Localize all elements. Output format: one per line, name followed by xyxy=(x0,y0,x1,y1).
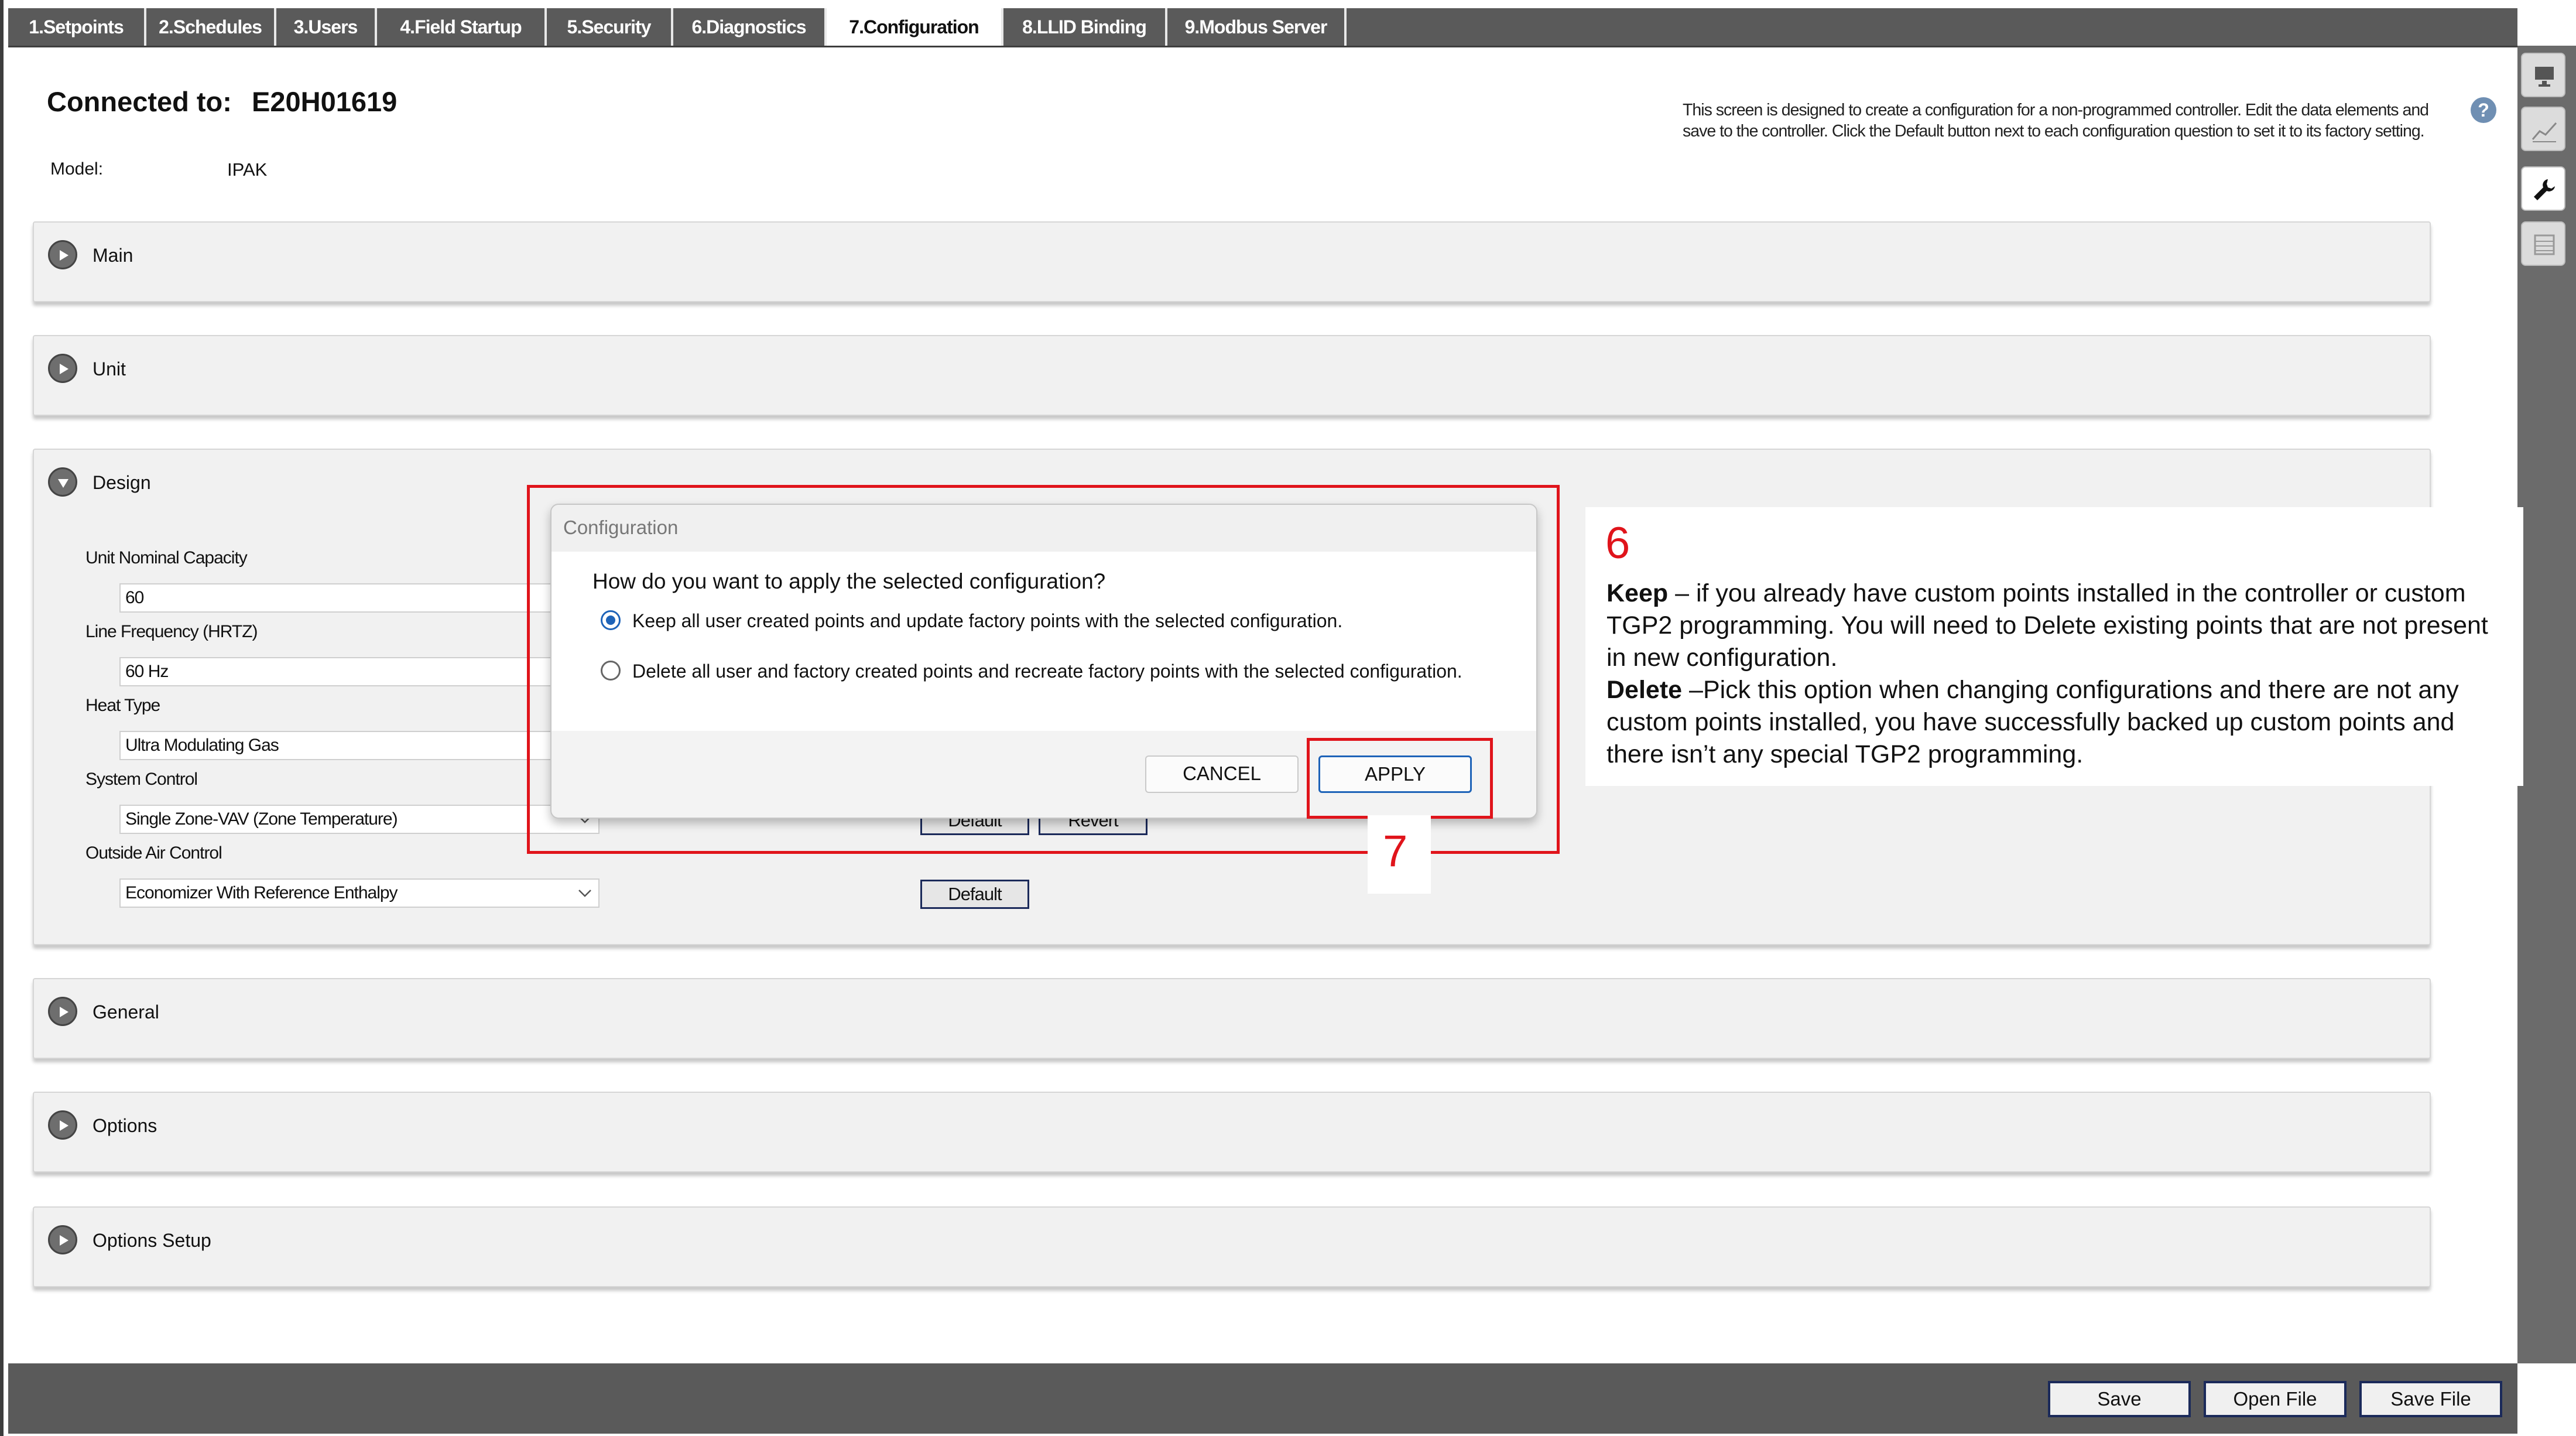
expand-options-setup-button[interactable] xyxy=(48,1225,77,1254)
panel-options-setup: Options Setup xyxy=(33,1206,2431,1287)
tab-configuration[interactable]: 7.Configuration xyxy=(827,8,1003,46)
chevron-down-icon xyxy=(578,890,591,897)
panel-options-title[interactable]: Options xyxy=(93,1115,157,1137)
expand-unit-button[interactable] xyxy=(48,354,77,383)
collapse-design-button[interactable] xyxy=(48,467,77,497)
tab-security[interactable]: 5.Security xyxy=(547,8,673,46)
window-left-edge xyxy=(0,0,4,1436)
panel-main: Main xyxy=(33,221,2431,302)
field-label: Line Frequency (HRTZ) xyxy=(85,622,258,641)
field-value: Single Zone-VAV (Zone Temperature) xyxy=(125,809,398,829)
field-value: 60 xyxy=(125,588,144,607)
monitor-icon xyxy=(2535,67,2554,87)
help-icon[interactable]: ? xyxy=(2471,97,2496,123)
delete-description: –Pick this option when changing configur… xyxy=(1606,676,2459,768)
tab-field-startup[interactable]: 4.Field Startup xyxy=(377,8,547,46)
wrench-button[interactable] xyxy=(2521,166,2565,211)
footer-bar: Save Open File Save File xyxy=(8,1363,2517,1434)
save-button[interactable]: Save xyxy=(2048,1381,2191,1417)
right-toolbar xyxy=(2517,46,2576,1363)
field-value: Ultra Modulating Gas xyxy=(125,736,279,755)
play-right-icon xyxy=(60,1007,68,1017)
play-right-icon xyxy=(60,364,68,374)
tab-setpoints[interactable]: 1.Setpoints xyxy=(8,8,146,46)
play-right-icon xyxy=(60,1120,68,1131)
trend-button[interactable] xyxy=(2521,107,2565,151)
connected-to-label: Connected to: xyxy=(47,86,232,117)
field-label: Unit Nominal Capacity xyxy=(85,548,248,567)
panel-unit-title[interactable]: Unit xyxy=(93,358,126,380)
save-file-button[interactable]: Save File xyxy=(2359,1381,2502,1417)
default-button[interactable]: Default xyxy=(920,880,1029,909)
play-right-icon xyxy=(60,1235,68,1246)
layers-button[interactable] xyxy=(2521,221,2565,266)
play-right-icon xyxy=(60,250,68,261)
field-value: Economizer With Reference Enthalpy xyxy=(125,883,398,902)
keep-title: Keep xyxy=(1606,579,1669,607)
field-value: 60 Hz xyxy=(125,662,169,681)
annotation-box-apply xyxy=(1307,738,1493,819)
open-file-button[interactable]: Open File xyxy=(2204,1381,2347,1417)
wrench-icon xyxy=(2534,179,2555,200)
layers-icon xyxy=(2534,234,2555,255)
play-down-icon xyxy=(58,479,68,488)
panel-general: General xyxy=(33,978,2431,1059)
outside-air-control-select[interactable]: Economizer With Reference Enthalpy xyxy=(119,878,600,908)
expand-main-button[interactable] xyxy=(48,240,77,269)
panel-options-setup-title[interactable]: Options Setup xyxy=(93,1230,211,1252)
tab-modbus-server[interactable]: 9.Modbus Server xyxy=(1167,8,1347,46)
help-description: This screen is designed to create a conf… xyxy=(1683,101,2429,141)
tab-bar: 1.Setpoints 2.Schedules 3.Users 4.Field … xyxy=(8,8,2517,47)
callout-6-number: 6 xyxy=(1605,518,1630,568)
model-label: Model: xyxy=(50,159,104,179)
panel-general-title[interactable]: General xyxy=(93,1001,159,1023)
expand-general-button[interactable] xyxy=(48,997,77,1026)
field-label: Outside Air Control xyxy=(85,843,222,863)
expand-options-button[interactable] xyxy=(48,1110,77,1140)
monitor-button[interactable] xyxy=(2521,53,2565,97)
model-value: IPAK xyxy=(227,159,268,180)
field-label: Heat Type xyxy=(85,696,160,715)
field-label: System Control xyxy=(85,770,198,789)
tab-users[interactable]: 3.Users xyxy=(276,8,377,46)
panel-main-title[interactable]: Main xyxy=(93,245,133,266)
delete-title: Delete xyxy=(1606,676,1683,704)
panel-design-title[interactable]: Design xyxy=(93,472,151,494)
callout-7-number: 7 xyxy=(1383,826,1408,876)
trend-chart-icon xyxy=(2532,122,2557,142)
tab-diagnostics[interactable]: 6.Diagnostics xyxy=(673,8,827,46)
controller-id: E20H01619 xyxy=(252,86,398,117)
keep-description: – if you already have custom points inst… xyxy=(1606,579,2488,672)
callout-6-text: Keep – if you already have custom points… xyxy=(1606,577,2508,771)
panel-options: Options xyxy=(33,1092,2431,1172)
tab-schedules[interactable]: 2.Schedules xyxy=(146,8,276,46)
panel-unit: Unit xyxy=(33,335,2431,416)
tab-llid-binding[interactable]: 8.LLID Binding xyxy=(1003,8,1167,46)
